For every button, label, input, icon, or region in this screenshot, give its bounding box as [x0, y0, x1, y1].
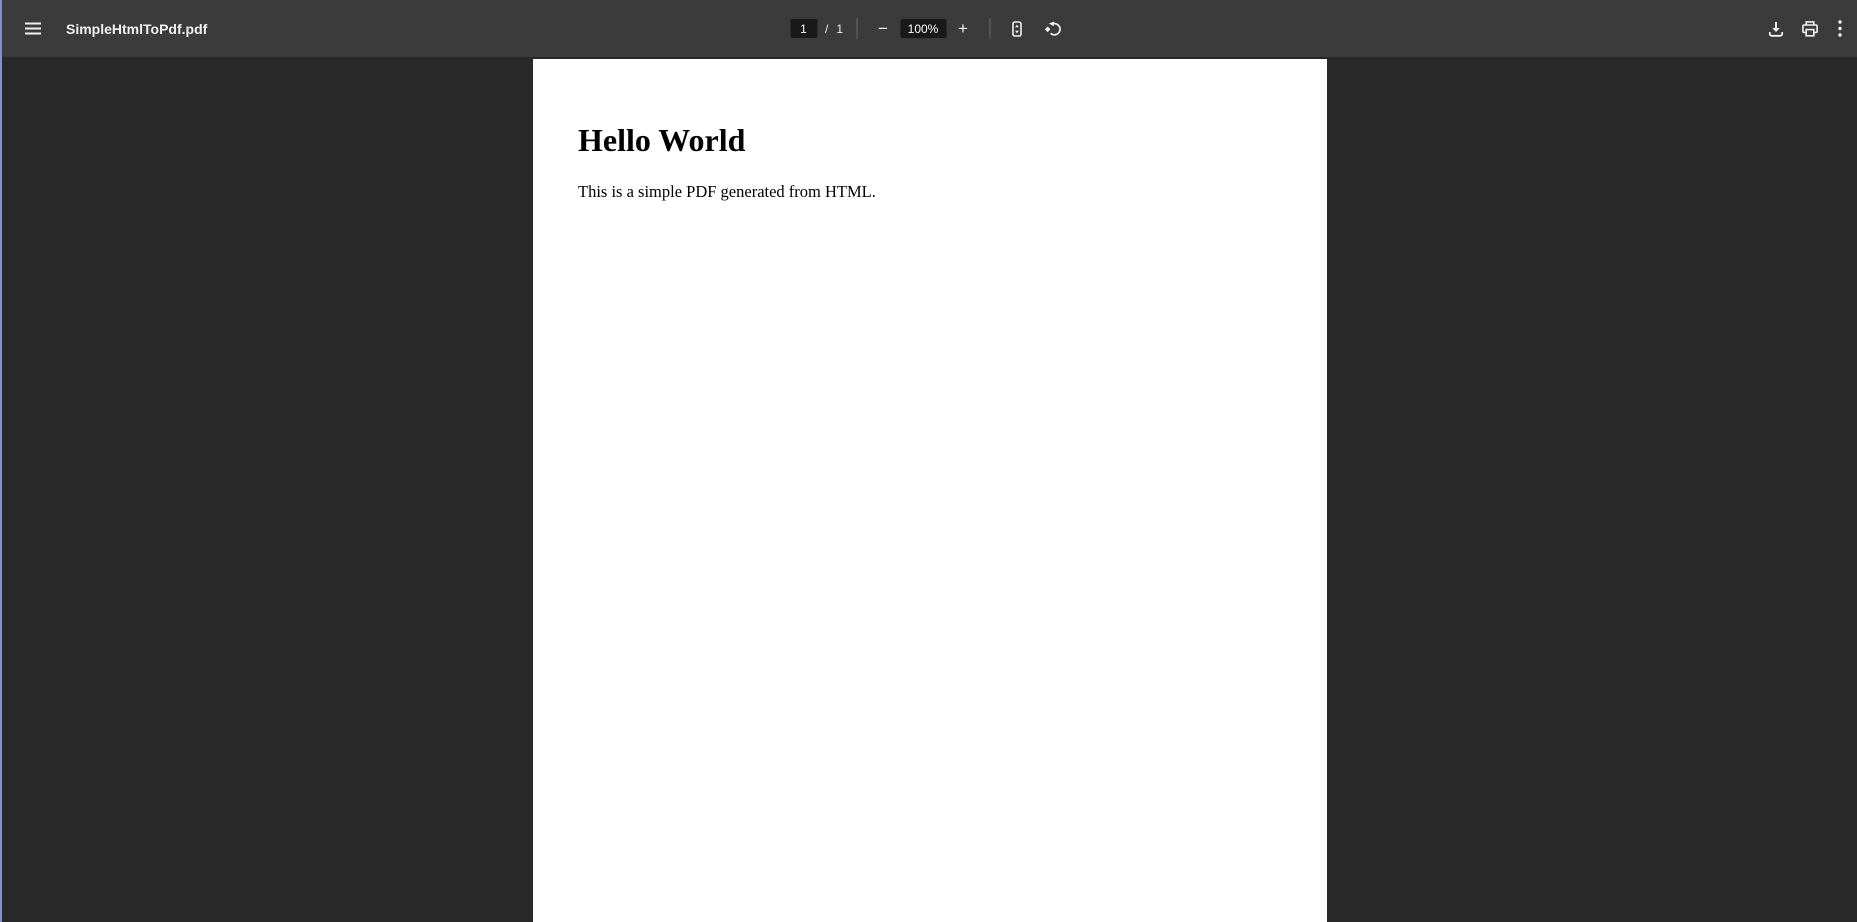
- kebab-menu-icon: [1838, 20, 1842, 37]
- print-icon: [1800, 19, 1820, 39]
- page-number-input[interactable]: [790, 19, 817, 38]
- toolbar-left-section: SimpleHtmlToPdf.pdf: [0, 11, 207, 47]
- page-count: 1: [836, 22, 843, 36]
- page-separator: /: [825, 22, 828, 36]
- pdf-paragraph: This is a simple PDF generated from HTML…: [578, 181, 1279, 202]
- rotate-counterclockwise-icon: [1044, 20, 1063, 38]
- zoom-in-button[interactable]: +: [950, 14, 976, 44]
- pdf-toolbar: SimpleHtmlToPdf.pdf / 1 − 100% +: [0, 0, 1857, 57]
- menu-button[interactable]: [15, 11, 51, 47]
- window-accent-edge: [0, 0, 2, 922]
- hamburger-icon: [24, 22, 42, 35]
- pdf-page: Hello World This is a simple PDF generat…: [533, 59, 1327, 922]
- pdf-heading: Hello World: [578, 122, 1279, 159]
- pdf-viewer-window: SimpleHtmlToPdf.pdf / 1 − 100% +: [0, 0, 1857, 922]
- rotate-button[interactable]: [1039, 14, 1067, 44]
- download-button[interactable]: [1759, 11, 1793, 47]
- toolbar-divider: [856, 18, 857, 39]
- viewer-area[interactable]: Hello World This is a simple PDF generat…: [0, 57, 1857, 922]
- zoom-level: 100%: [900, 19, 946, 38]
- fit-to-page-icon: [1009, 20, 1026, 38]
- zoom-out-button[interactable]: −: [870, 14, 896, 44]
- fit-to-page-button[interactable]: [1003, 14, 1031, 44]
- toolbar-right-section: [1759, 11, 1857, 47]
- document-title: SimpleHtmlToPdf.pdf: [66, 21, 207, 37]
- page-zoom-controls: / 1 − 100% +: [790, 0, 1067, 57]
- more-options-button[interactable]: [1827, 11, 1853, 47]
- download-icon: [1766, 19, 1786, 39]
- toolbar-divider: [989, 18, 990, 39]
- print-button[interactable]: [1793, 11, 1827, 47]
